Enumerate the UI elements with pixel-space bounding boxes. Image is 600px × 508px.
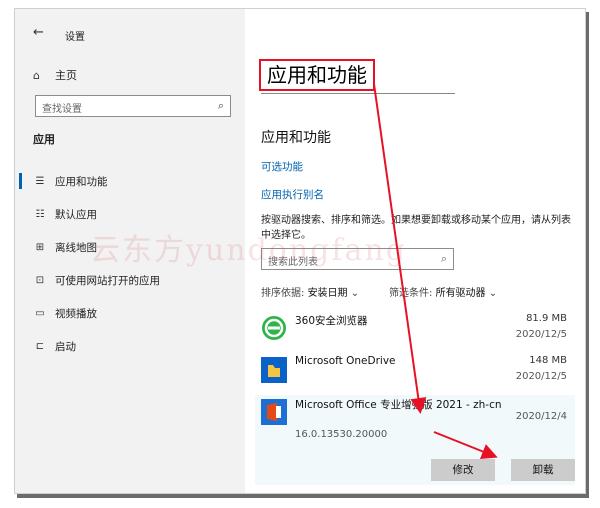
app-version: 16.0.13530.20000 (295, 429, 388, 440)
settings-search-input[interactable]: 查找设置 ⌕ (35, 95, 231, 117)
app-size: 148 MB (529, 355, 567, 366)
home-icon: ⌂ (33, 69, 40, 82)
page-title: 应用和功能 (259, 59, 375, 91)
office-icon (261, 399, 287, 425)
back-button[interactable]: ← (33, 25, 44, 40)
window-title: 设置 (65, 32, 85, 43)
filter-dropdown[interactable]: 筛选条件: 所有驱动器 ⌄ (389, 284, 497, 299)
sidebar-item-label: 可使用网站打开的应用 (55, 275, 160, 287)
app-name: Microsoft OneDrive (295, 355, 396, 367)
app-name: 360安全浏览器 (295, 315, 368, 327)
sidebar-item-apps-features[interactable]: ☰ 应用和功能 (15, 165, 245, 198)
app-date: 2020/12/5 (515, 371, 567, 382)
home-label: 主页 (55, 69, 77, 82)
sort-value: 安装日期 (307, 288, 348, 299)
app-execution-alias-link[interactable]: 应用执行别名 (261, 187, 324, 202)
sidebar-item-label: 应用和功能 (55, 176, 108, 188)
sidebar-item-label: 离线地图 (55, 242, 97, 254)
sidebar-nav: ☰ 应用和功能 ☷ 默认应用 ⊞ 离线地图 ⊡ 可使用网站打开的应用 ▭ 视频播… (15, 165, 245, 363)
filter-label: 筛选条件: (389, 288, 433, 299)
section-title: 应用和功能 (261, 130, 331, 146)
chevron-down-icon: ⌄ (488, 288, 498, 299)
list-search-placeholder: 搜索此列表 (268, 257, 318, 268)
360-browser-icon (262, 316, 286, 340)
app-name: Microsoft Office 专业增强版 2021 - zh-cn (295, 399, 502, 411)
main-panel: 应用和功能 应用和功能 可选功能 应用执行别名 按驱动器搜索、排序和筛选。如果想… (245, 9, 585, 493)
app-date: 2020/12/5 (515, 329, 567, 340)
description-text: 按驱动器搜索、排序和筛选。如果想要卸载或移动某个应用，请从列表中选择它。 (261, 215, 571, 241)
filter-value: 所有驱动器 (435, 288, 486, 299)
apps-for-websites-icon: ⊡ (35, 275, 45, 286)
search-icon: ⌕ (440, 252, 447, 265)
sidebar-item-default-apps[interactable]: ☷ 默认应用 (15, 198, 245, 231)
settings-window: ← 设置 ⌂ 主页 查找设置 ⌕ 应用 ☰ 应用和功能 ☷ 默认应用 ⊞ 离线地图 (14, 8, 586, 494)
sidebar-item-offline-maps[interactable]: ⊞ 离线地图 (15, 231, 245, 264)
home-link[interactable]: ⌂ 主页 (33, 67, 77, 83)
video-playback-icon: ▭ (35, 308, 45, 319)
app-size: 81.9 MB (526, 313, 567, 324)
onedrive-icon (261, 357, 287, 383)
app-date: 2020/12/4 (515, 411, 567, 422)
uninstall-button[interactable]: 卸载 (511, 459, 575, 481)
startup-icon: ⊏ (35, 341, 45, 352)
chevron-down-icon: ⌄ (350, 288, 360, 299)
app-list-item[interactable]: Microsoft OneDrive 148 MB 2020/12/5 (255, 353, 575, 395)
divider (261, 93, 455, 94)
app-list-item[interactable]: 360安全浏览器 81.9 MB 2020/12/5 (255, 311, 575, 353)
default-apps-icon: ☷ (35, 209, 45, 220)
sidebar: ← 设置 ⌂ 主页 查找设置 ⌕ 应用 ☰ 应用和功能 ☷ 默认应用 ⊞ 离线地图 (15, 9, 245, 493)
search-icon: ⌕ (217, 99, 224, 112)
sidebar-item-label: 启动 (55, 341, 76, 353)
sidebar-item-label: 默认应用 (55, 209, 97, 221)
sort-label: 排序依据: (261, 288, 305, 299)
modify-button[interactable]: 修改 (431, 459, 495, 481)
sidebar-item-apps-for-websites[interactable]: ⊡ 可使用网站打开的应用 (15, 264, 245, 297)
sidebar-item-label: 视频播放 (55, 308, 97, 320)
optional-features-link[interactable]: 可选功能 (261, 159, 303, 174)
offline-maps-icon: ⊞ (35, 242, 45, 253)
section-heading: 应用 (33, 133, 55, 146)
settings-search-placeholder: 查找设置 (42, 104, 82, 115)
list-search-input[interactable]: 搜索此列表 ⌕ (261, 248, 454, 270)
apps-features-icon: ☰ (35, 176, 45, 187)
sidebar-item-startup[interactable]: ⊏ 启动 (15, 330, 245, 363)
sort-dropdown[interactable]: 排序依据: 安装日期 ⌄ (261, 284, 359, 299)
sidebar-item-video-playback[interactable]: ▭ 视频播放 (15, 297, 245, 330)
